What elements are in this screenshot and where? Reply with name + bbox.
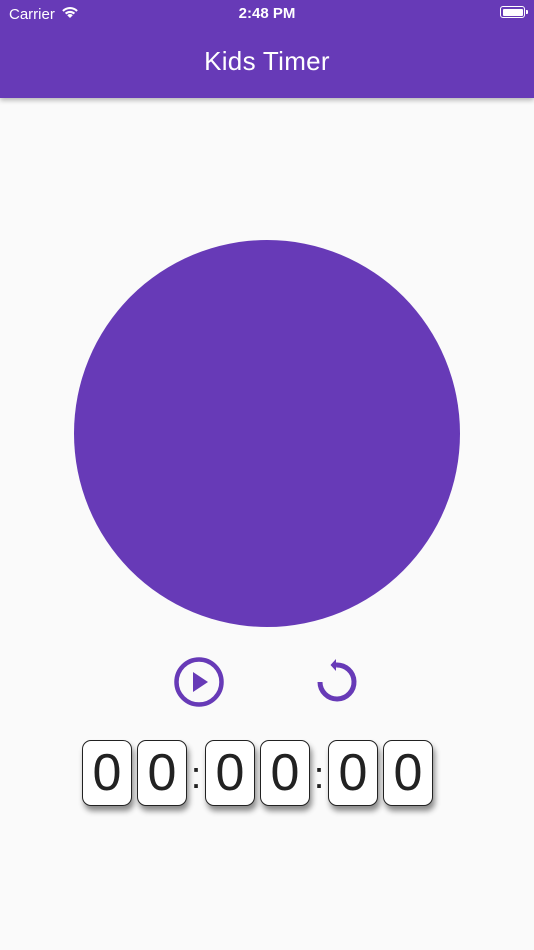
timer-circle bbox=[74, 240, 460, 627]
timer-separator: : bbox=[313, 755, 325, 797]
status-bar: Carrier 2:48 PM bbox=[0, 0, 534, 28]
app-bar: Carrier 2:48 PM Kids Timer bbox=[0, 0, 534, 98]
timer-separator: : bbox=[190, 755, 202, 797]
minutes-tens-digit: 0 bbox=[205, 740, 255, 806]
play-circle-icon bbox=[174, 657, 224, 707]
battery-icon bbox=[500, 6, 528, 18]
page-title: Kids Timer bbox=[204, 46, 330, 76]
seconds-tens-digit: 0 bbox=[328, 740, 378, 806]
hours-ones-digit: 0 bbox=[137, 740, 187, 806]
replay-icon bbox=[317, 659, 357, 702]
seconds-ones-digit: 0 bbox=[383, 740, 433, 806]
minutes-ones-digit: 0 bbox=[260, 740, 310, 806]
play-button[interactable] bbox=[172, 655, 226, 709]
hours-tens-digit: 0 bbox=[82, 740, 132, 806]
status-time: 2:48 PM bbox=[238, 5, 296, 22]
timer-display: 0 0 : 0 0 : 0 0 bbox=[82, 738, 438, 808]
reset-button[interactable] bbox=[308, 655, 362, 709]
